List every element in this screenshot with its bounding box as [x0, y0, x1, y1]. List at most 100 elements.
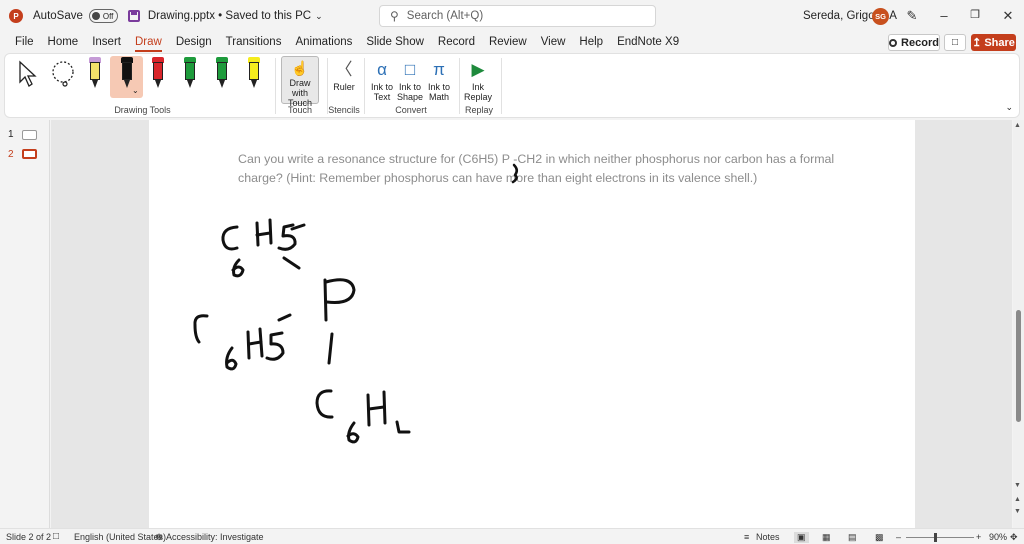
pen-body: [90, 62, 100, 80]
pen-tip: [251, 80, 257, 88]
pen-body: [153, 62, 163, 80]
pen-5[interactable]: [212, 57, 232, 95]
close-icon[interactable]: ✕: [999, 8, 1017, 24]
ink-to-text-icon: α: [377, 60, 387, 79]
zoom-level[interactable]: 90%: [989, 532, 1007, 542]
tab-slide-show[interactable]: Slide Show: [359, 32, 431, 52]
tab-review[interactable]: Review: [482, 32, 534, 52]
document-title-text: Drawing.pptx • Saved to this PC: [147, 10, 312, 22]
pen-body: [249, 62, 259, 80]
tab-insert[interactable]: Insert: [85, 32, 128, 52]
record-button[interactable]: Record: [888, 34, 940, 51]
pen-3[interactable]: [148, 57, 168, 95]
ink-replay-button[interactable]: ▶ Ink Replay: [463, 58, 493, 102]
tab-home[interactable]: Home: [41, 32, 86, 52]
ink-to-shape-button[interactable]: □ Ink to Shape: [397, 58, 423, 102]
tab-help[interactable]: Help: [572, 32, 610, 52]
fit-to-window-icon[interactable]: ✥: [1010, 532, 1018, 543]
touch-hand-icon: ☝: [291, 60, 309, 76]
tab-record[interactable]: Record: [431, 32, 482, 52]
group-label-drawing-tools: Drawing Tools: [114, 105, 171, 115]
ruler-label: Ruler: [333, 82, 355, 92]
next-slide-icon[interactable]: ▼: [1014, 508, 1021, 515]
share-button[interactable]: ↥ Share: [971, 34, 1016, 51]
accessibility-icon: ☸: [155, 532, 164, 542]
slide-editor-canvas: Can you write a resonance structure for …: [51, 120, 1012, 528]
tab-endnote[interactable]: EndNote X9: [610, 32, 686, 52]
toggle-knob: [91, 12, 100, 20]
minimize-icon[interactable]: –: [935, 8, 953, 23]
group-divider: [501, 58, 502, 114]
status-bar: Slide 2 of 2 □ English (United States) ☸…: [0, 528, 1024, 544]
zoom-slider[interactable]: [906, 537, 974, 538]
ink-to-math-button[interactable]: π Ink to Math: [425, 58, 453, 102]
lasso-select-icon[interactable]: [49, 60, 77, 88]
scroll-up-icon[interactable]: ▲: [1014, 122, 1021, 129]
pen-tip: [92, 80, 98, 88]
search-input[interactable]: ⚲ Search (Alt+Q): [379, 5, 656, 27]
slide-number: 1: [8, 129, 14, 140]
slide-sorter-icon[interactable]: ▦: [822, 532, 831, 543]
accessibility-status[interactable]: Accessibility: Investigate: [166, 532, 264, 542]
slide-number: 2: [8, 149, 14, 160]
ink-to-shape-icon: □: [404, 60, 416, 79]
pen-4[interactable]: [180, 57, 200, 95]
group-divider: [275, 58, 276, 114]
tab-file[interactable]: File: [8, 32, 41, 52]
tab-animations[interactable]: Animations: [288, 32, 359, 52]
zoom-in-icon[interactable]: +: [976, 532, 981, 542]
slide-show-icon[interactable]: ▩: [875, 532, 884, 543]
group-label-stencils: Stencils: [328, 105, 360, 115]
ink-replay-label: Ink Replay: [463, 82, 492, 102]
chevron-down-icon[interactable]: ⌄: [132, 86, 139, 95]
tab-view[interactable]: View: [534, 32, 573, 52]
reading-view-icon[interactable]: ▤: [848, 532, 857, 543]
scrollbar-thumb[interactable]: [1016, 310, 1021, 422]
ribbon: ⌄ Drawing Tools ☝ Draw with Touch Touch …: [4, 53, 1020, 118]
ruler-button[interactable]: 〈 Ruler: [329, 58, 359, 92]
vertical-scrollbar[interactable]: ▲ ▼ ▲ ▼: [1013, 120, 1024, 528]
collapse-ribbon-icon[interactable]: ⌄: [1005, 102, 1013, 113]
tab-transitions[interactable]: Transitions: [219, 32, 289, 52]
pen-tip: [219, 80, 225, 88]
spelling-check-icon[interactable]: □: [53, 531, 59, 542]
zoom-slider-thumb[interactable]: [934, 533, 937, 542]
pen-1[interactable]: [85, 57, 105, 95]
comments-button[interactable]: □: [944, 34, 966, 51]
pen-6[interactable]: [244, 57, 264, 95]
document-title[interactable]: Drawing.pptx • Saved to this PC ⌄: [148, 10, 323, 22]
tab-draw[interactable]: Draw: [128, 32, 169, 52]
ink-to-math-icon: π: [433, 60, 445, 79]
ink-to-text-button[interactable]: α Ink to Text: [369, 58, 395, 102]
slide-thumbnail[interactable]: [22, 130, 37, 140]
pen-body: [217, 62, 227, 80]
restore-icon[interactable]: ❐: [966, 8, 984, 21]
ink-drawing[interactable]: [149, 120, 915, 528]
powerpoint-app-icon[interactable]: P: [9, 9, 23, 23]
select-objects-icon[interactable]: [17, 60, 39, 88]
pen-body: [185, 62, 195, 80]
save-icon[interactable]: [127, 10, 140, 22]
normal-view-icon[interactable]: ▣: [794, 532, 809, 543]
slide-thumbnail-pane: 1 2: [0, 120, 50, 528]
slide-counter: Slide 2 of 2: [6, 532, 52, 542]
record-icon: [889, 38, 898, 47]
zoom-out-icon[interactable]: –: [896, 532, 901, 542]
slide-thumbnail-active[interactable]: [22, 149, 37, 159]
pen-tip: [187, 80, 193, 88]
pen-icon[interactable]: ✎: [903, 8, 921, 24]
search-placeholder: Search (Alt+Q): [406, 10, 484, 22]
group-label-touch: Touch: [287, 105, 313, 115]
notes-button[interactable]: Notes: [756, 532, 780, 542]
autosave-state: Off: [102, 11, 114, 21]
tab-design[interactable]: Design: [169, 32, 219, 52]
autosave-toggle[interactable]: Off: [88, 9, 118, 23]
slide[interactable]: Can you write a resonance structure for …: [149, 120, 915, 528]
language-status[interactable]: English (United States): [74, 532, 166, 542]
chevron-down-icon: ⌄: [315, 10, 323, 21]
ribbon-tabs: File Home Insert Draw Design Transitions…: [0, 32, 1024, 52]
previous-slide-icon[interactable]: ▲: [1014, 496, 1021, 503]
search-icon: ⚲: [390, 9, 399, 23]
avatar[interactable]: SG: [872, 8, 889, 25]
scroll-down-icon[interactable]: ▼: [1014, 482, 1021, 489]
